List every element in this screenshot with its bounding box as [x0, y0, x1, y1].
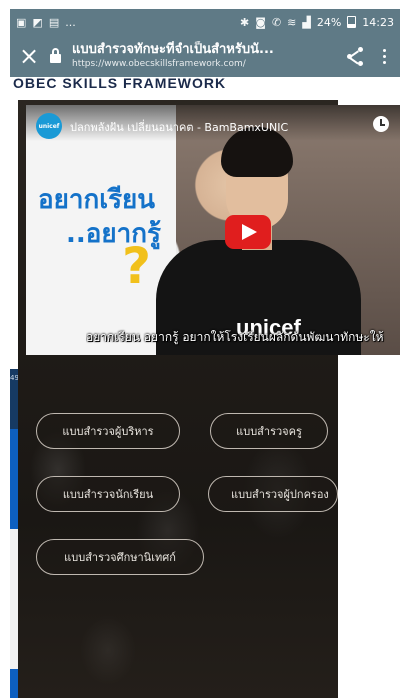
page-url: https://www.obecskillsframework.com/ — [72, 59, 246, 69]
video-caption: อยากเรียน อยากรู้ อยากให้โรงเรียนผลักดัน… — [86, 330, 384, 344]
overflow-menu-icon[interactable] — [370, 35, 400, 77]
clock-time: 14:23 — [362, 15, 394, 29]
gallery-icon: ◩ — [32, 15, 43, 29]
note-icon: ▤ — [48, 15, 60, 29]
survey-button-parent[interactable]: แบบสำรวจผู้ปกครอง — [208, 476, 338, 512]
survey-button-administrator[interactable]: แบบสำรวจผู้บริหาร — [36, 413, 180, 449]
close-icon[interactable]: × — [10, 35, 48, 77]
web-page: OBEC SKILLS FRAMEWORK 49 อยากเรียน ..อยา… — [10, 77, 400, 698]
page-title-area[interactable]: แบบสำรวจทักษะที่จำเป็นสำหรับนั... https:… — [72, 41, 340, 71]
status-right: ✱ ◙ ✆ ≋ ▟ 24% 14:23 — [240, 16, 394, 29]
side-screenshot-strip: 49 — [10, 369, 19, 698]
survey-button-supervisor[interactable]: แบบสำรวจศึกษานิเทศก์ — [36, 539, 204, 575]
video-title[interactable]: ปลกพลังฝัน เปลี่ยนอนาคต - BamBamxUNIC — [70, 118, 360, 136]
crowd-photo — [18, 350, 338, 698]
watch-later-icon[interactable] — [373, 116, 389, 132]
status-bar: ▣ ◩ ▤ ... ✱ ◙ ✆ ≋ ▟ 24% 14:23 — [10, 9, 400, 35]
wifi-icon: ≋ — [287, 15, 297, 29]
survey-button-student[interactable]: แบบสำรวจนักเรียน — [36, 476, 180, 512]
youtube-video-embed[interactable]: อยากเรียน ..อยากรู้ ? unicef unicef ปลกพ… — [26, 105, 400, 355]
survey-button-teacher[interactable]: แบบสำรวจครู — [210, 413, 328, 449]
custom-tab-toolbar: × แบบสำรวจทักษะที่จำเป็นสำหรับนั... http… — [10, 35, 400, 77]
nfc-icon: ◙ — [255, 15, 266, 29]
thumbnail-question-mark: ? — [122, 237, 152, 295]
site-heading: OBEC SKILLS FRAMEWORK — [13, 77, 227, 91]
page-title: แบบสำรวจทักษะที่จำเป็นสำหรับนั... — [72, 42, 274, 57]
status-left: ▣ ◩ ▤ ... — [16, 16, 76, 29]
video-header: unicef ปลกพลังฝัน เปลี่ยนอนาคต - BamBamx… — [26, 105, 400, 141]
battery-icon — [347, 16, 357, 28]
message-icon: ▣ — [16, 15, 27, 29]
lock-icon[interactable] — [48, 45, 64, 67]
bluetooth-icon: ✱ — [240, 15, 250, 29]
signal-icon: ▟ — [302, 15, 311, 29]
channel-avatar[interactable]: unicef — [36, 113, 62, 139]
youtube-play-button[interactable] — [225, 215, 271, 249]
battery-percent: 24% — [316, 15, 342, 29]
more-icon: ... — [65, 15, 76, 29]
share-icon[interactable] — [340, 35, 370, 77]
phone-icon: ✆ — [271, 15, 282, 29]
